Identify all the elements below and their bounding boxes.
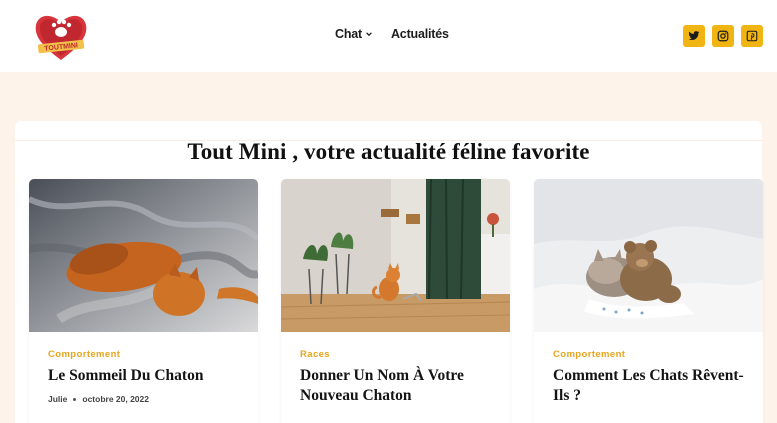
post-title[interactable]: Le Sommeil Du Chaton [48, 366, 239, 386]
meta-separator [73, 397, 77, 401]
chevron-down-icon [366, 32, 372, 37]
post-title[interactable]: Donner Un Nom À Votre Nouveau Chaton [300, 366, 491, 406]
post-title[interactable]: Comment Les Chats Rêvent-Ils ? [553, 366, 744, 406]
post-date: octobre 20, 2022 [82, 394, 149, 404]
pinterest-button[interactable] [741, 25, 763, 47]
nav-item-chat-label: Chat [335, 27, 362, 41]
page-title: Tout Mini , votre actualité féline favor… [187, 139, 590, 164]
nav-item-actualites-label: Actualités [390, 27, 449, 41]
instagram-button[interactable] [712, 25, 734, 47]
twitter-button[interactable] [683, 25, 705, 47]
post-author[interactable]: Julie [48, 394, 67, 404]
instagram-icon [717, 30, 729, 42]
twitter-icon [688, 31, 700, 41]
post-category[interactable]: Races [300, 349, 491, 360]
post-image-sleeping-kitten[interactable] [29, 179, 258, 332]
post-card[interactable]: Comportement Le Sommeil Du Chaton Julie … [29, 179, 258, 423]
site-logo[interactable]: TOUTMINI [32, 10, 90, 62]
pinterest-icon [746, 30, 758, 42]
post-card[interactable]: Comportement Comment Les Chats Rêvent-Il… [534, 179, 763, 423]
post-category[interactable]: Comportement [553, 349, 744, 360]
social-links [683, 25, 763, 47]
post-card[interactable]: Races Donner Un Nom À Votre Nouveau Chat… [281, 179, 510, 423]
nav-item-chat[interactable]: Chat [335, 27, 373, 41]
post-image-kitten-room[interactable] [281, 179, 510, 332]
post-category[interactable]: Comportement [48, 349, 239, 360]
site-header: TOUTMINI Chat Actualités [0, 0, 777, 72]
nav-item-actualites[interactable]: Actualités [391, 27, 449, 41]
post-image-kitten-teddy[interactable] [534, 179, 763, 332]
post-meta: Julie octobre 20, 2022 [48, 394, 239, 404]
main-nav: Chat Actualités [335, 27, 449, 41]
